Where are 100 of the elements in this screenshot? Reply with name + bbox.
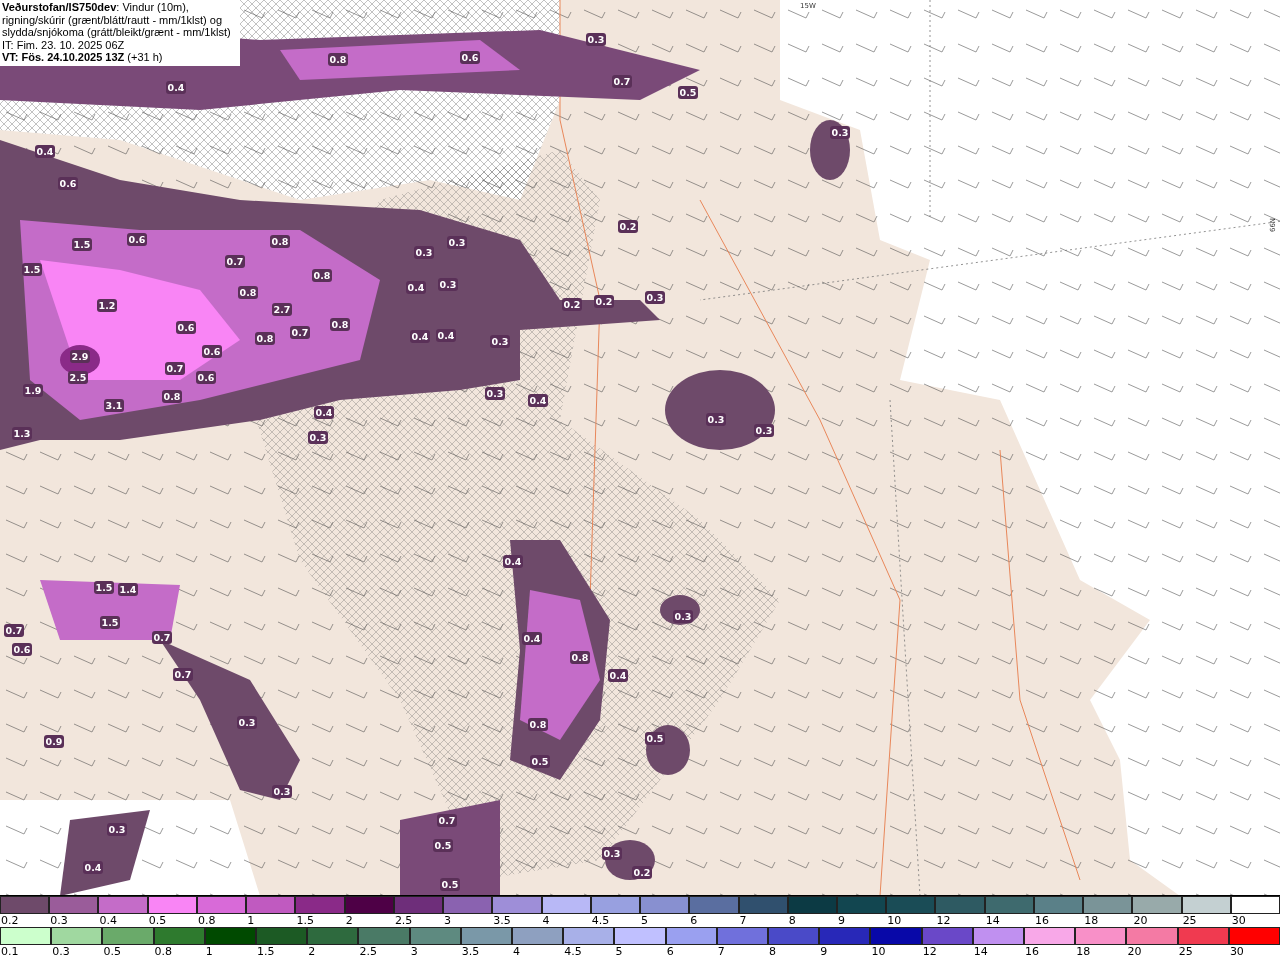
precip-value-label: 0.4 <box>528 394 548 407</box>
precip-value-label: 0.6 <box>460 51 480 64</box>
legend-label: 2 <box>307 945 316 958</box>
legend-label: 16 <box>1024 945 1040 958</box>
precip-value-label: 0.5 <box>433 839 453 852</box>
precip-value-label: 0.4 <box>436 329 456 342</box>
precip-value-label: 0.6 <box>202 345 222 358</box>
legend-label: 0.4 <box>98 914 117 927</box>
legend-label: 0.5 <box>147 914 167 927</box>
issue-time: IT: Fim. 23. 10. 2025 06Z <box>2 38 126 51</box>
legend-label: 5 <box>640 914 649 927</box>
legend-label: 10 <box>886 914 902 927</box>
legend-label: 0.3 <box>49 914 68 927</box>
legend-label: 0.8 <box>153 945 173 958</box>
precip-value-label: 0.2 <box>618 220 638 233</box>
map-description: Veðurstofan/IS750dev: Vindur (10m), rigning/skúrir (grænt/blátt/rautt - mm/1klst) og slydda/snjókoma (grátt/bleikt/grænt - mm/1klst) <box>2 1 232 39</box>
legend-label: 8 <box>787 914 796 927</box>
precip-value-label: 0.6 <box>196 371 216 384</box>
legend-label: 2.5 <box>393 914 413 927</box>
precip-value-label: 0.7 <box>225 255 245 268</box>
legend-label: 30 <box>1228 945 1244 958</box>
legend-label: 0.2 <box>0 914 19 927</box>
precip-value-label: 0.7 <box>4 624 24 637</box>
precip-value-label: 2.7 <box>272 303 292 316</box>
precip-value-label: 0.3 <box>490 335 510 348</box>
precip-value-label: 0.5 <box>530 755 550 768</box>
legend-label: 12 <box>935 914 951 927</box>
precip-value-label: 0.8 <box>328 53 348 66</box>
precip-value-label: 0.7 <box>152 631 172 644</box>
precip-value-label: 0.8 <box>330 318 350 331</box>
precip-value-label: 0.6 <box>12 643 32 656</box>
precip-value-label: 0.3 <box>272 785 292 798</box>
legend-label: 25 <box>1181 914 1197 927</box>
precip-value-label: 1.5 <box>100 616 120 629</box>
precip-value-label: 0.3 <box>586 33 606 46</box>
precip-value-label: 0.8 <box>312 269 332 282</box>
precip-value-label: 0.5 <box>678 86 698 99</box>
precip-value-label: 0.3 <box>673 610 693 623</box>
precip-value-label: 0.3 <box>414 246 434 259</box>
precip-value-label: 0.7 <box>173 668 193 681</box>
precip-value-label: 0.6 <box>176 321 196 334</box>
precip-value-label: 0.3 <box>237 716 257 729</box>
precip-value-label: 0.4 <box>410 330 430 343</box>
precip-value-label: 0.8 <box>570 651 590 664</box>
precip-value-label: 0.4 <box>503 555 523 568</box>
legend-label: 1.5 <box>256 945 275 958</box>
precip-value-label: 0.3 <box>485 387 505 400</box>
precip-value-label: 0.4 <box>608 669 628 682</box>
legend-label: 3 <box>409 945 418 958</box>
precip-value-label: 0.4 <box>83 861 103 874</box>
legend-label: 12 <box>921 945 937 958</box>
precip-value-label: 0.3 <box>308 431 328 444</box>
precip-value-label: 0.8 <box>255 332 275 345</box>
precip-value-label: 0.3 <box>706 413 726 426</box>
precip-value-label: 0.3 <box>602 847 622 860</box>
precip-value-label: 0.7 <box>612 75 632 88</box>
precip-value-label: 1.5 <box>72 238 92 251</box>
precip-value-label: 0.4 <box>406 281 426 294</box>
legend-label: 20 <box>1132 914 1148 927</box>
legend-label: 1 <box>246 914 255 927</box>
legend-label: 0.8 <box>196 914 216 927</box>
precip-value-label: 0.6 <box>127 233 147 246</box>
precip-value-label: 1.2 <box>97 299 117 312</box>
precip-value-label: 0.5 <box>645 732 665 745</box>
precip-value-label: 0.3 <box>107 823 127 836</box>
precip-value-label: 0.7 <box>437 814 457 827</box>
precip-value-label: 3.1 <box>104 399 124 412</box>
legend-label: 9 <box>837 914 845 927</box>
legend-label: 2 <box>344 914 353 927</box>
legend-label: 7 <box>738 914 747 927</box>
precip-value-label: 0.3 <box>645 291 665 304</box>
precip-value-label: 0.9 <box>44 735 64 748</box>
precip-value-label: 1.4 <box>118 583 138 596</box>
legend-label: 0.5 <box>102 945 121 958</box>
legend-label: 4 <box>541 914 550 927</box>
precip-value-label: 0.8 <box>162 390 182 403</box>
legend-label: 0.3 <box>51 945 70 958</box>
legend-label: 30 <box>1230 914 1246 927</box>
legend-label: 14 <box>972 945 988 958</box>
legend-label: 16 <box>1033 914 1049 927</box>
precip-value-label: 0.3 <box>754 424 774 437</box>
legend-label: 5 <box>614 945 623 958</box>
legend-label: 2.5 <box>358 945 377 958</box>
precip-value-label: 0.3 <box>438 278 458 291</box>
precip-value-label: 0.2 <box>632 866 652 879</box>
legend-label: 3.5 <box>492 914 511 927</box>
precip-value-label: 1.5 <box>94 581 114 594</box>
precip-value-label: 2.9 <box>70 350 90 363</box>
legend-label: 4 <box>512 945 521 958</box>
valid-time: VT: Fös. 24.10.2025 13Z (+31 h) <box>2 51 164 64</box>
legend-label: 0.1 <box>0 945 19 958</box>
legend-label: 14 <box>984 914 1000 927</box>
legend-label: 4.5 <box>563 945 582 958</box>
legend-label: 3 <box>443 914 452 927</box>
precip-value-label: 0.3 <box>830 126 850 139</box>
legend-label: 3.5 <box>460 945 480 958</box>
precip-value-label: 0.4 <box>522 632 542 645</box>
legend-label: 1.5 <box>295 914 314 927</box>
precip-value-label: 0.7 <box>165 362 185 375</box>
legend-label: 18 <box>1083 914 1099 927</box>
